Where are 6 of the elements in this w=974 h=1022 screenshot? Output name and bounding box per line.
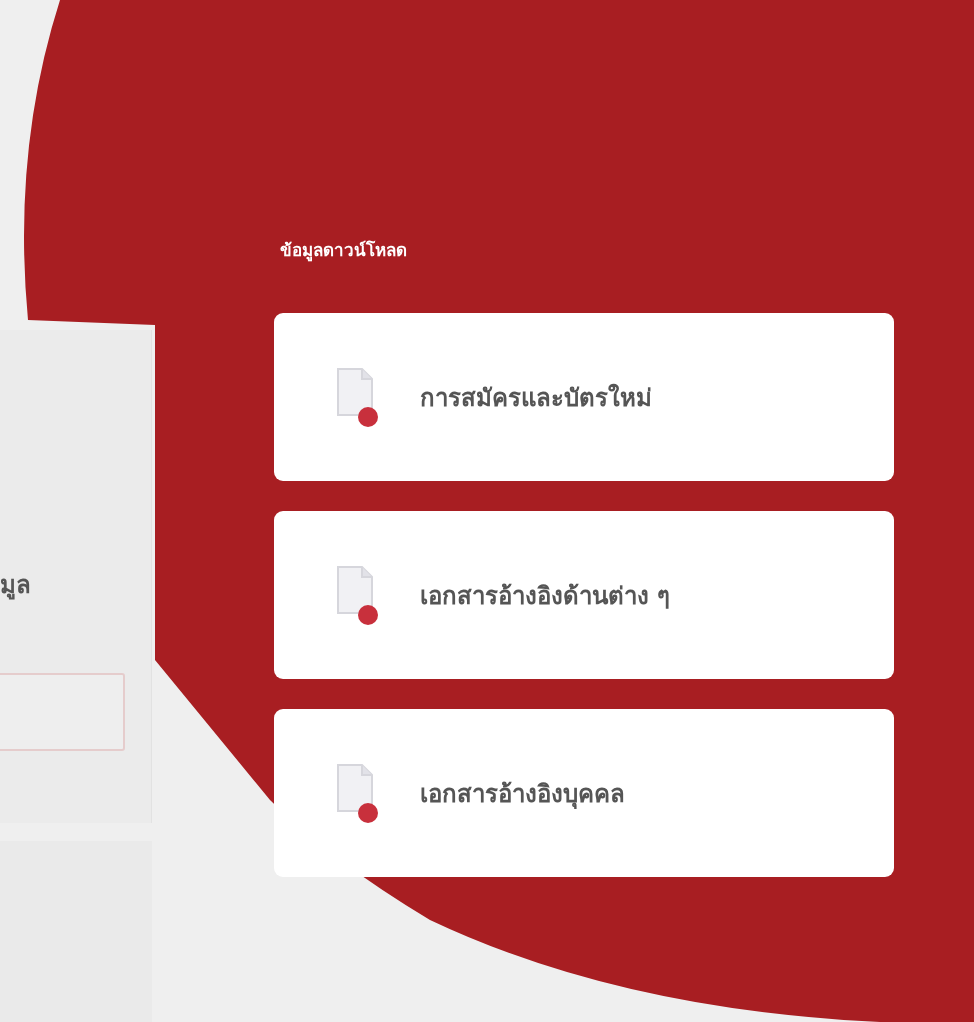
section-heading: ข้อมูลดาวน์โหลด xyxy=(280,239,408,263)
panel-label: มูล xyxy=(0,570,31,602)
download-card[interactable]: การสมัครและบัตรใหม่ xyxy=(274,313,894,481)
download-card[interactable]: เอกสารอ้างอิงบุคคล xyxy=(274,709,894,877)
input-field[interactable] xyxy=(0,673,125,751)
download-card[interactable]: เอกสารอ้างอิงด้านต่าง ๆ xyxy=(274,511,894,679)
